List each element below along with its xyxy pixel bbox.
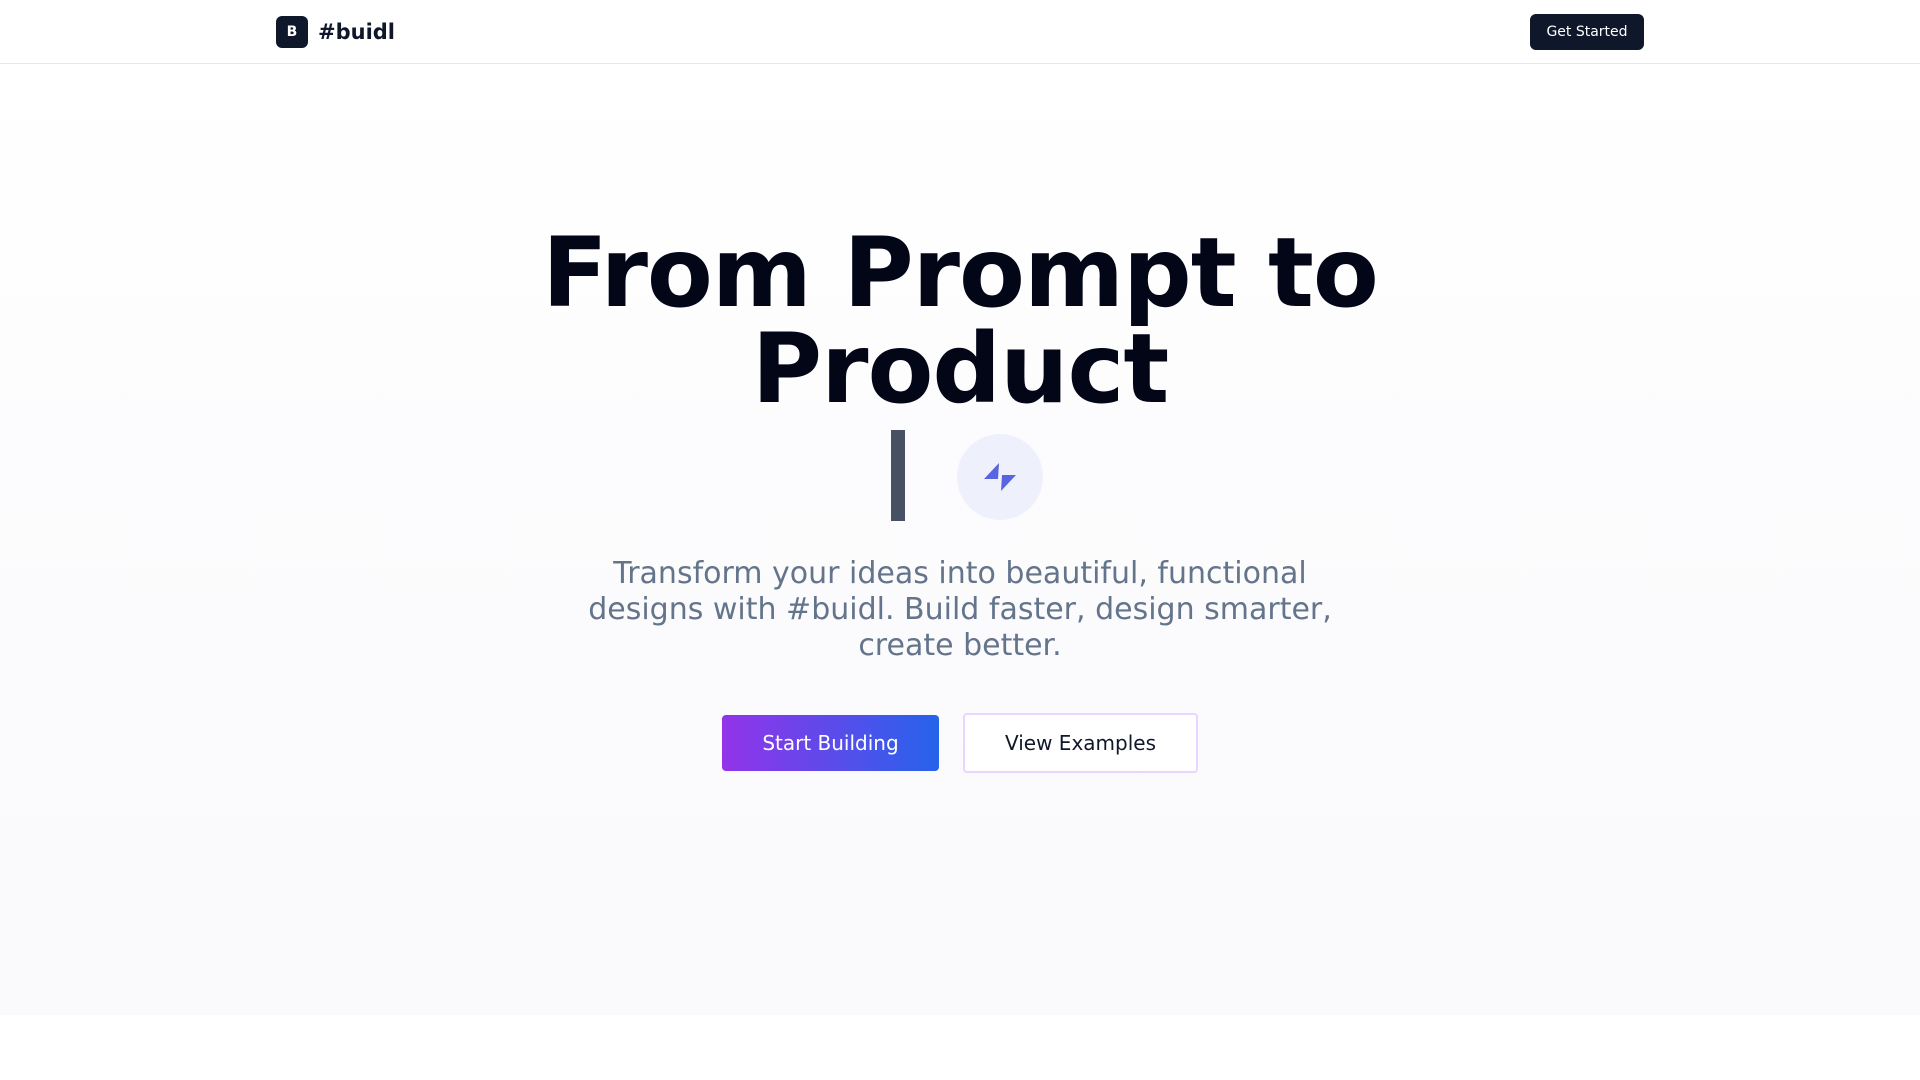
brand-name: #buidl xyxy=(318,20,396,44)
site-header: B #buidl Get Started xyxy=(0,0,1920,64)
sparkle-icon xyxy=(984,463,1016,491)
brand-logo: B xyxy=(276,16,308,48)
get-started-button[interactable]: Get Started xyxy=(1530,14,1644,50)
headline-line-2: Product xyxy=(751,313,1170,425)
hero-section: From Prompt to Product Transform your id… xyxy=(0,65,1920,1015)
hero-subtitle: Transform your ideas into beautiful, fun… xyxy=(588,556,1332,663)
text-cursor-bar xyxy=(891,430,905,521)
brand[interactable]: B #buidl xyxy=(276,16,395,48)
sparkle-badge xyxy=(957,434,1043,520)
start-building-button[interactable]: Start Building xyxy=(722,715,939,771)
view-examples-button[interactable]: View Examples xyxy=(963,713,1198,773)
hero-headline: From Prompt to Product xyxy=(460,225,1460,417)
